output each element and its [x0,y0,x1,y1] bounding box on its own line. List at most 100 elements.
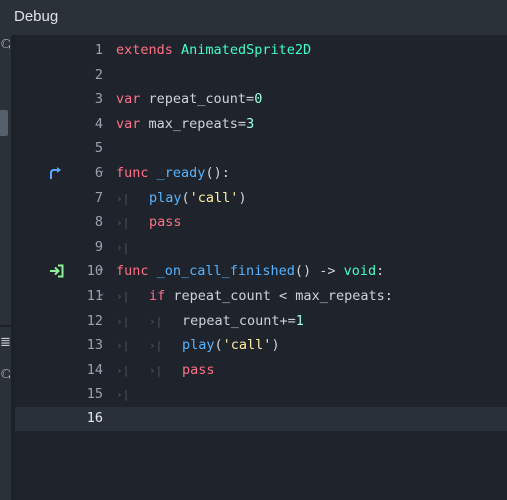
keyword-token: pass [182,361,215,378]
code-line[interactable]: 14 ›| ›| pass [15,359,507,384]
line-number: 5 [94,140,103,157]
text-token: max_repeats= [140,115,247,132]
line-number: 8 [94,214,103,231]
string-token: 'call' [222,337,272,354]
line-number: 15 [86,386,103,403]
number-token: 1 [295,312,304,329]
text-token: : [376,263,385,280]
code-text: func _ready(): [116,165,230,181]
code-line[interactable]: 1 extends AnimatedSprite2D [15,39,507,64]
script-list-scrollbar[interactable] [0,110,8,136]
code-text: extends AnimatedSprite2D [116,42,311,58]
keyword-token: var [116,91,141,108]
code-text: ›| ›| repeat_count+=1 [116,313,304,329]
code-text: ›| ›| play('call') [116,337,280,353]
code-line[interactable]: 3 var repeat_count=0 [15,88,507,113]
function-call-token: play [182,337,215,354]
code-text: ›| [116,386,149,402]
code-line[interactable]: 10 ⌄ func _on_call_finished() -> void: [15,260,507,285]
panel-title-text: Debug [14,8,59,25]
number-token: 3 [246,115,255,132]
text-token: ( [214,337,223,354]
tab-indent-icon: ›| [116,388,130,402]
text-token: (): [205,165,230,181]
tab-indent-icon: ›| [149,363,163,377]
script-editor[interactable]: 1 extends AnimatedSprite2D 2 3 var repea… [15,35,507,500]
code-line[interactable]: 6 ⌄ func _ready(): [15,162,507,187]
line-number: 12 [86,312,103,329]
tab-indent-icon: ›| [149,339,163,353]
code-line[interactable]: 5 [15,137,507,162]
text-token: ) [271,337,280,354]
text-token: () -> [294,263,344,280]
code-text: ›| [116,239,149,255]
line-number: 14 [86,361,103,378]
current-code-line[interactable]: 16 [15,407,507,431]
keyword-token: var [116,115,141,132]
tab-indent-icon: ›| [116,240,130,254]
chevron-down-icon[interactable]: ⌄ [97,263,105,274]
number-token: 0 [254,91,263,108]
chevron-down-icon[interactable]: ⌄ [97,288,105,299]
tab-indent-icon: ›| [116,363,130,377]
tab-indent-icon: ›| [116,290,130,303]
code-text: ›| play('call') [116,190,247,206]
chevron-down-icon[interactable]: ⌄ [97,165,105,176]
dock-divider[interactable] [0,325,11,327]
function-name-token: _on_call_finished [156,263,295,280]
function-name-token: _ready [156,165,206,181]
code-line[interactable]: 7 ›| play('call') [15,187,507,212]
keyword-token: extends [116,42,173,58]
code-text: var max_repeats=3 [116,116,254,132]
filter-icon[interactable]: ≣ [0,335,10,350]
line-number: 1 [94,42,103,58]
tab-indent-icon: ›| [149,314,163,328]
text-token: ) [238,189,247,206]
tab-indent-icon: ›| [116,191,130,205]
panel-title: Debug [0,0,507,35]
text-token: repeat_count= [140,91,255,108]
line-number: 4 [94,115,103,132]
keyword-token: pass [149,214,182,231]
line-number: 3 [94,91,103,108]
line-number: 2 [94,66,103,83]
code-line[interactable]: 12 ›| ›| repeat_count+=1 [15,310,507,335]
left-dock-strip: 🔍︎ ≣ 🔍︎ [0,35,11,500]
line-number: 13 [86,337,103,354]
function-call-token: play [149,189,182,206]
search-icon-2[interactable]: 🔍︎ [0,369,10,384]
text-token: ( [181,189,190,206]
text-token: repeat_count < max_repeats: [165,288,393,304]
code-line[interactable]: 4 var max_repeats=3 [15,113,507,138]
string-token: 'call' [189,189,239,206]
tab-indent-icon: ›| [116,216,130,230]
keyword-token: if [149,288,166,304]
code-text: ›| if repeat_count < max_repeats: [116,288,393,304]
code-line[interactable]: 2 [15,64,507,89]
code-text: func _on_call_finished() -> void: [116,263,384,279]
line-number: 9 [94,238,103,255]
code-text: ›| ›| pass [116,362,215,378]
code-text: ›| pass [116,214,182,230]
code-text: var repeat_count=0 [116,91,262,107]
code-line[interactable]: 11 ⌄ ›| if repeat_count < max_repeats: [15,285,507,310]
code-line[interactable]: 9 ›| [15,236,507,261]
keyword-token: func [116,263,149,280]
tab-indent-icon: ›| [116,339,130,353]
method-link-icon[interactable] [49,166,65,182]
class-token: AnimatedSprite2D [181,42,312,58]
code-line[interactable]: 13 ›| ›| play('call') [15,334,507,359]
line-number: 7 [94,189,103,206]
signal-connection-icon[interactable] [49,264,65,280]
text-token: repeat_count+= [182,312,296,329]
line-number: 16 [86,410,103,426]
code-line[interactable]: 15 ›| [15,383,507,408]
search-icon[interactable]: 🔍︎ [0,39,10,54]
tab-indent-icon: ›| [116,314,130,328]
type-token: void [343,263,377,280]
keyword-token: func [116,165,149,181]
code-line[interactable]: 8 ›| pass [15,211,507,236]
